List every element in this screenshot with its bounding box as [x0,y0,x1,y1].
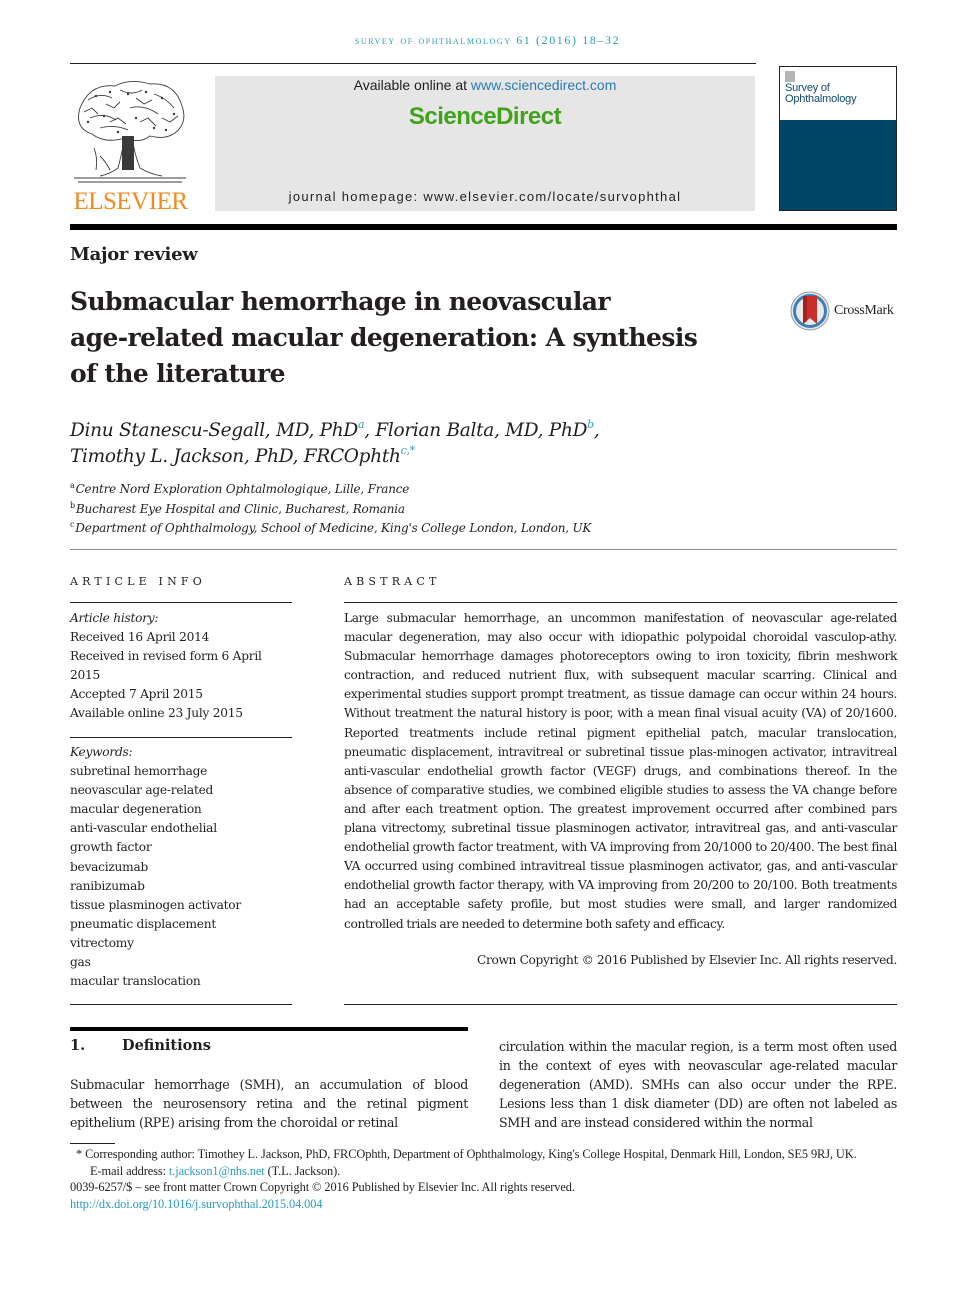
doi-link[interactable]: http://dx.doi.org/10.1016/j.survophthal.… [70,1197,323,1211]
running-head: Survey of Ophthalmology 61 (2016) 18–32 [354,33,621,47]
affiliation-text: Department of Ophthalmology, School of M… [75,521,592,535]
history-rule [70,737,292,738]
crossmark-icon [790,291,830,331]
keyword: growth factor [70,840,152,855]
author-name: Dinu Stanescu-Segall, MD, PhD [70,420,358,441]
available-online: Available online at www.sciencedirect.co… [215,77,755,93]
journal-cover[interactable]: Survey of Ophthalmology [779,66,897,211]
history-item: Available online 23 July 2015 [70,706,243,721]
keyword: macular translocation [70,974,201,989]
affiliation-mark: b [70,500,75,510]
title-line: of the literature [70,359,285,388]
affiliation-list: aCentre Nord Exploration Ophtalmologique… [70,480,870,539]
cover-color-block [780,120,896,210]
affiliation-mark: c [70,520,75,529]
affiliation: aCentre Nord Exploration Ophtalmologique… [70,480,870,500]
affiliation-rule [70,549,897,550]
crossmark-button[interactable]: CrossMark [789,290,894,332]
keyword: anti-vascular endothelial [70,821,217,836]
affiliation: bBucharest Eye Hospital and Clinic, Buch… [70,500,870,520]
author-separator: , [593,420,600,441]
section-heading: 1. Definitions [70,1037,211,1054]
cover-title-line2: Ophthalmology [785,93,857,105]
keywords-rule [70,1004,292,1005]
article-info-heading: ARTICLE INFO [70,575,206,588]
article-info-rule [70,602,292,603]
abstract-end-rule [344,1004,897,1005]
email-suffix: (T.L. Jackson). [264,1163,341,1178]
history-item: Received in revised form 6 April 2015 [70,649,262,683]
title-line: Submacular hemorrhage in neovascular [70,287,611,316]
title-line: age-related macular degeneration: A synt… [70,323,698,352]
body-text-left: Submacular hemorrhage (SMH), an accumula… [70,1077,468,1131]
article-type: Major review [70,244,198,265]
affiliation-link[interactable]: c,* [401,444,416,457]
section-rule [70,1027,468,1031]
keyword: gas [70,955,91,970]
journal-homepage[interactable]: journal homepage: www.elsevier.com/locat… [215,189,755,204]
abstract-copyright: Crown Copyright © 2016 Published by Else… [477,953,897,967]
keyword: pneumatic displacement [70,916,217,931]
article-history: Article history: Received 16 April 2014 … [70,609,295,724]
email-label: E-mail address: [90,1163,169,1178]
section-number: 1. [70,1037,86,1054]
footnotes: * Corresponding author: Timothey L. Jack… [70,1146,897,1212]
keywords-label: Keywords: [70,745,133,759]
history-label: Article history: [70,611,159,625]
email-note: E-mail address: t.jackson1@nhs.net (T.L.… [70,1163,897,1180]
abstract-text: Large submacular hemorrhage, an uncommon… [344,611,897,931]
body-text-right: circulation within the macular region, i… [499,1039,897,1131]
available-prefix: Available online at [353,77,471,93]
keyword: bevacizumab [70,859,149,874]
cover-emblem-icon [785,71,795,82]
article-title: Submacular hemorrhage in neovascular age… [70,284,750,392]
affiliation-link[interactable]: b [587,418,594,431]
affiliation: cDepartment of Ophthalmology, School of … [70,519,870,539]
keyword: subretinal hemorrhage [70,764,208,779]
header-rule [70,63,756,64]
history-item: Received 16 April 2014 [70,630,210,645]
footnote-rule [70,1143,115,1144]
corresponding-author-note: * Corresponding author: Timothey L. Jack… [76,1147,857,1161]
keyword: neovascular age-related [70,783,214,798]
elsevier-tree-icon [74,81,186,183]
elsevier-logo[interactable]: ELSEVIER [68,78,193,215]
keyword: vitrectomy [70,935,134,950]
affiliation-text: Bucharest Eye Hospital and Clinic, Bucha… [75,501,405,516]
keyword: tissue plasminogen activator [70,897,241,912]
keyword: ranibizumab [70,878,145,893]
email-link[interactable]: t.jackson1@nhs.net [169,1164,265,1178]
history-item: Accepted 7 April 2015 [70,687,203,702]
author-name: Florian Balta, MD, PhD [375,420,588,441]
sciencedirect-logo[interactable]: ScienceDirect [215,103,755,131]
author-list: Dinu Stanescu-Segall, MD, PhDa, Florian … [70,418,770,470]
affiliation-mark: a [70,481,75,490]
abstract-rule [344,602,897,603]
author-separator: , [364,420,376,441]
issn-line: 0039-6257/$ – see front matter Crown Cop… [70,1180,575,1195]
crossmark-label: CrossMark [834,303,894,318]
elsevier-wordmark: ELSEVIER [73,188,188,215]
keywords: Keywords: subretinal hemorrhage neovascu… [70,743,295,991]
keyword: macular degeneration [70,802,202,817]
sciencedirect-link[interactable]: www.sciencedirect.com [471,77,617,93]
affiliation-text: Centre Nord Exploration Ophtalmologique,… [75,482,410,496]
sciencedirect-banner: Available online at www.sciencedirect.co… [215,76,755,211]
section-title: Definitions [122,1037,211,1054]
header-thick-rule [70,224,897,230]
abstract-heading: ABSTRACT [344,575,441,588]
author-name: Timothy L. Jackson, PhD, FRCOphth [70,446,401,467]
